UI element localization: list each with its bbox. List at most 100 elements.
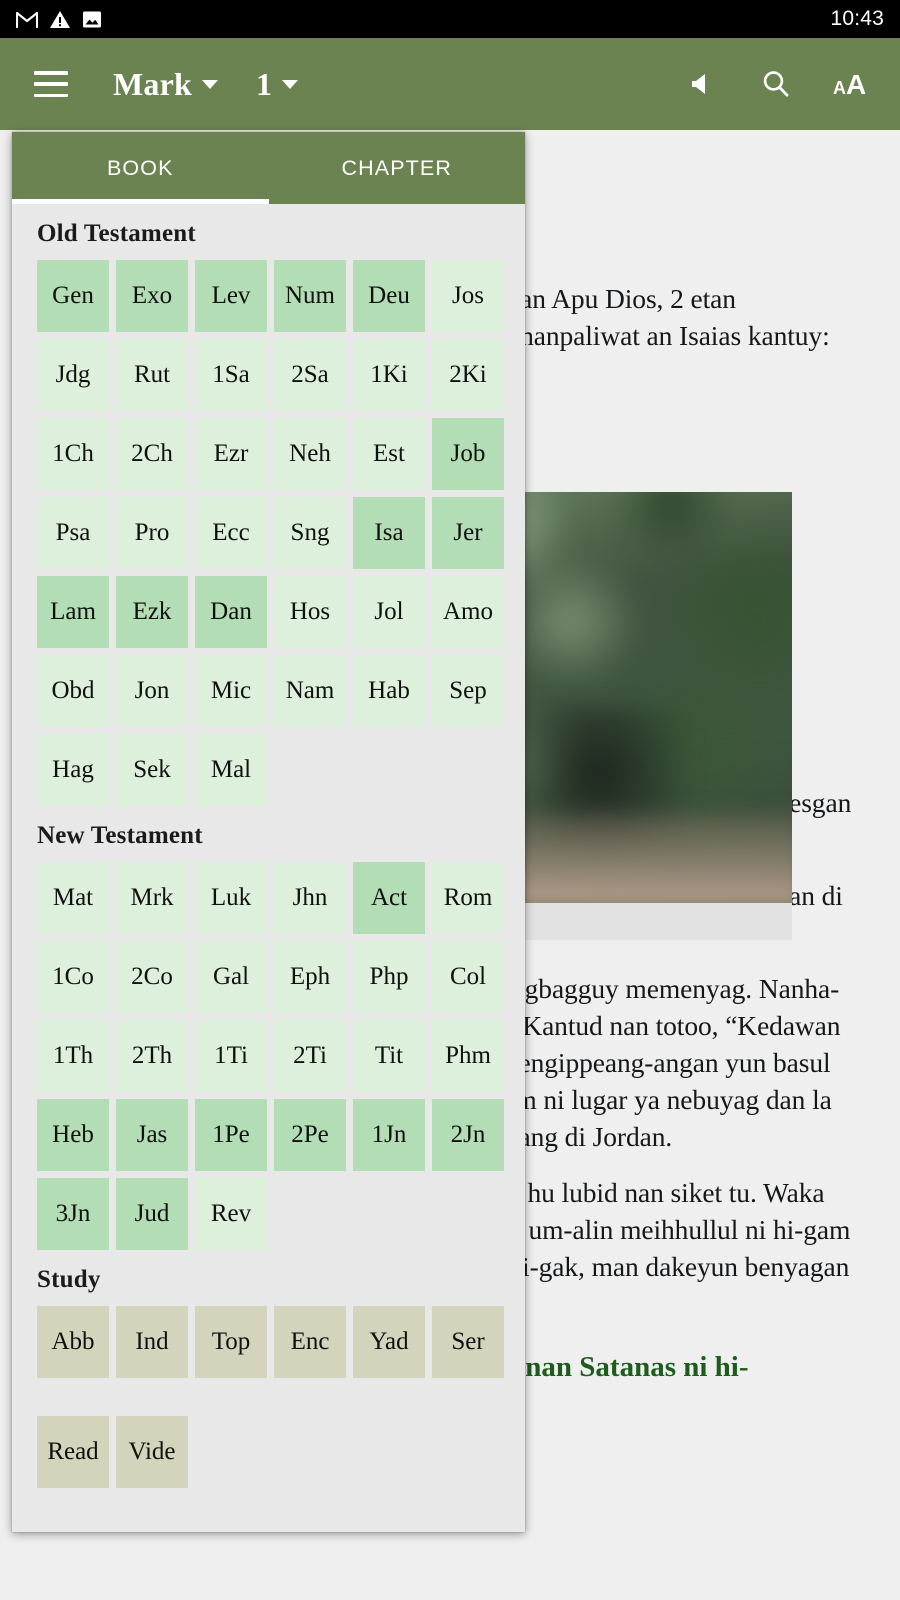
book-tile-ezk[interactable]: Ezk	[116, 576, 188, 648]
book-tile-eph[interactable]: Eph	[274, 941, 346, 1013]
book-tile-neh[interactable]: Neh	[274, 418, 346, 490]
book-tile-deu[interactable]: Deu	[353, 260, 425, 332]
book-tile-lam[interactable]: Lam	[37, 576, 109, 648]
book-tile-ecc[interactable]: Ecc	[195, 497, 267, 569]
book-tile-exo[interactable]: Exo	[116, 260, 188, 332]
book-tile-1sa[interactable]: 1Sa	[195, 339, 267, 411]
book-tile-rut[interactable]: Rut	[116, 339, 188, 411]
book-tile-ezr[interactable]: Ezr	[195, 418, 267, 490]
book-tile-enc[interactable]: Enc	[274, 1306, 346, 1378]
book-tile-sep[interactable]: Sep	[432, 655, 504, 727]
book-tile-hab[interactable]: Hab	[353, 655, 425, 727]
book-tile-sng[interactable]: Sng	[274, 497, 346, 569]
book-tile-jhn[interactable]: Jhn	[274, 862, 346, 934]
book-tile-mal[interactable]: Mal	[195, 734, 267, 806]
book-tile-gen[interactable]: Gen	[37, 260, 109, 332]
book-tile-sek[interactable]: Sek	[116, 734, 188, 806]
book-tile-label: Dan	[210, 598, 252, 625]
book-tile-pro[interactable]: Pro	[116, 497, 188, 569]
book-tile-phm[interactable]: Phm	[432, 1020, 504, 1092]
book-tile-3jn[interactable]: 3Jn	[37, 1178, 109, 1250]
tab-chapter[interactable]: CHAPTER	[269, 132, 526, 204]
book-tile-mic[interactable]: Mic	[195, 655, 267, 727]
book-tile-1ki[interactable]: 1Ki	[353, 339, 425, 411]
book-tile-label: Act	[370, 884, 408, 911]
book-tile-2th[interactable]: 2Th	[116, 1020, 188, 1092]
book-tile-label: Sng	[290, 519, 330, 546]
book-tile-dan[interactable]: Dan	[195, 576, 267, 648]
book-tile-hos[interactable]: Hos	[274, 576, 346, 648]
book-tile-col[interactable]: Col	[432, 941, 504, 1013]
book-tile-gal[interactable]: Gal	[195, 941, 267, 1013]
book-tile-jer[interactable]: Jer	[432, 497, 504, 569]
book-tile-2pe[interactable]: 2Pe	[274, 1099, 346, 1171]
book-tile-mrk[interactable]: Mrk	[116, 862, 188, 934]
book-tile-ind[interactable]: Ind	[116, 1306, 188, 1378]
book-tile-2sa[interactable]: 2Sa	[274, 339, 346, 411]
book-tile-ser[interactable]: Ser	[432, 1306, 504, 1378]
book-tile-label: Vide	[128, 1438, 176, 1465]
book-tile-rom[interactable]: Rom	[432, 862, 504, 934]
book-tile-obd[interactable]: Obd	[37, 655, 109, 727]
book-tile-jas[interactable]: Jas	[116, 1099, 188, 1171]
svg-text:A: A	[846, 69, 866, 100]
book-tile-label: 2Co	[131, 963, 173, 990]
image-icon	[82, 10, 102, 29]
gmail-icon	[16, 10, 38, 28]
book-tile-php[interactable]: Php	[353, 941, 425, 1013]
book-tile-vide[interactable]: Vide	[116, 1416, 188, 1488]
book-tile-job[interactable]: Job	[432, 418, 504, 490]
book-tile-2jn[interactable]: 2Jn	[432, 1099, 504, 1171]
book-tile-2ch[interactable]: 2Ch	[116, 418, 188, 490]
book-tile-1co[interactable]: 1Co	[37, 941, 109, 1013]
hamburger-menu-icon[interactable]	[34, 71, 68, 97]
picker-body: Old Testament Gen Exo Lev Num Deu Jos Jdg Rut 1S…	[12, 204, 525, 1532]
book-tile-jol[interactable]: Jol	[353, 576, 425, 648]
book-tile-label: Col	[449, 963, 487, 990]
tab-book[interactable]: BOOK	[12, 132, 269, 204]
book-selector-button[interactable]: Mark	[113, 66, 219, 103]
search-button[interactable]	[750, 58, 802, 110]
book-tile-read[interactable]: Read	[37, 1416, 109, 1488]
study-grid-extra: Read Vide	[12, 1416, 525, 1488]
book-tile-abb[interactable]: Abb	[37, 1306, 109, 1378]
book-tile-2ti[interactable]: 2Ti	[274, 1020, 346, 1092]
book-tile-amo[interactable]: Amo	[432, 576, 504, 648]
book-tile-1ti[interactable]: 1Ti	[195, 1020, 267, 1092]
book-tile-label: Yad	[369, 1328, 409, 1355]
book-tile-top[interactable]: Top	[195, 1306, 267, 1378]
book-tile-1ch[interactable]: 1Ch	[37, 418, 109, 490]
book-tile-yad[interactable]: Yad	[353, 1306, 425, 1378]
book-tile-luk[interactable]: Luk	[195, 862, 267, 934]
book-tile-2ki[interactable]: 2Ki	[432, 339, 504, 411]
book-tile-jon[interactable]: Jon	[116, 655, 188, 727]
book-tile-hag[interactable]: Hag	[37, 734, 109, 806]
text-size-button[interactable]: A A	[826, 58, 878, 110]
book-tile-label: 1Ki	[370, 361, 408, 388]
book-tile-tit[interactable]: Tit	[353, 1020, 425, 1092]
book-tile-jud[interactable]: Jud	[116, 1178, 188, 1250]
book-tile-1pe[interactable]: 1Pe	[195, 1099, 267, 1171]
book-tile-est[interactable]: Est	[353, 418, 425, 490]
audio-button[interactable]	[675, 58, 727, 110]
tab-chapter-label: CHAPTER	[341, 155, 452, 180]
book-tile-isa[interactable]: Isa	[353, 497, 425, 569]
book-tile-heb[interactable]: Heb	[37, 1099, 109, 1171]
book-tile-1th[interactable]: 1Th	[37, 1020, 109, 1092]
book-tile-1jn[interactable]: 1Jn	[353, 1099, 425, 1171]
book-tile-num[interactable]: Num	[274, 260, 346, 332]
book-tile-psa[interactable]: Psa	[37, 497, 109, 569]
book-tile-label: Ezr	[213, 440, 249, 467]
book-tile-mat[interactable]: Mat	[37, 862, 109, 934]
book-tile-nam[interactable]: Nam	[274, 655, 346, 727]
book-tile-rev[interactable]: Rev	[195, 1178, 267, 1250]
book-tile-act[interactable]: Act	[353, 862, 425, 934]
book-tile-label: Sek	[133, 756, 171, 783]
chapter-selector-button[interactable]: 1	[256, 66, 299, 103]
book-tile-lev[interactable]: Lev	[195, 260, 267, 332]
book-tile-label: Ecc	[212, 519, 250, 546]
book-tile-jos[interactable]: Jos	[432, 260, 504, 332]
book-tile-label: Mat	[52, 884, 94, 911]
book-tile-jdg[interactable]: Jdg	[37, 339, 109, 411]
book-tile-2co[interactable]: 2Co	[116, 941, 188, 1013]
